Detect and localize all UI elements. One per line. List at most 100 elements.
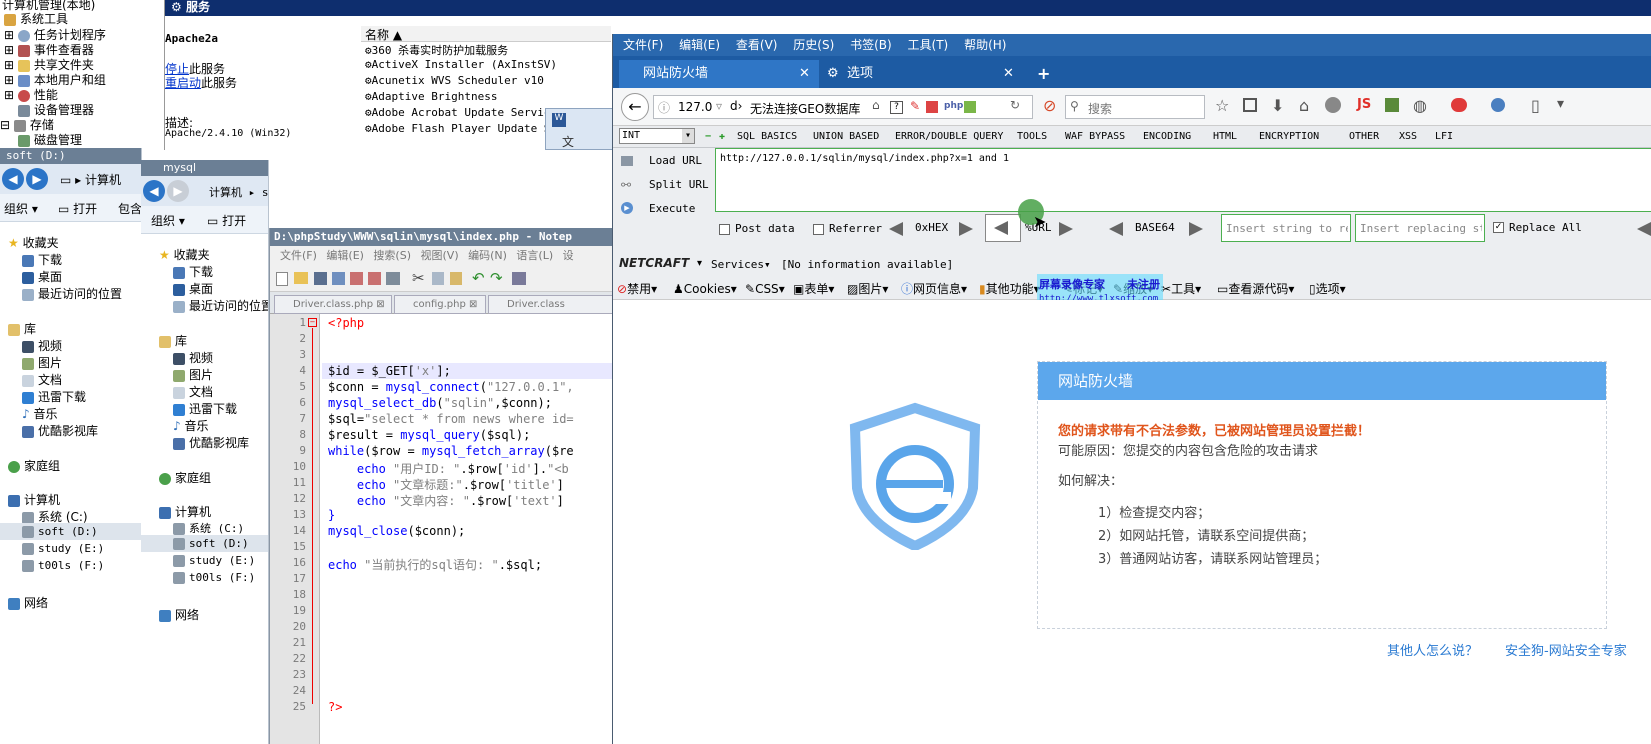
palette-icon[interactable]: ◍ bbox=[1413, 96, 1427, 115]
open-button[interactable]: ▭ 打开 bbox=[207, 212, 246, 229]
chevron-down-icon[interactable]: ▾ bbox=[697, 258, 702, 269]
dropdown-icon[interactable]: ▿ bbox=[716, 99, 722, 113]
menu-help[interactable]: 帮助(H) bbox=[964, 38, 1006, 52]
find-icon[interactable] bbox=[512, 272, 526, 285]
menu-file[interactable]: 文件(F) bbox=[623, 38, 663, 52]
wd-css[interactable]: ✎CSS▾ bbox=[745, 278, 785, 300]
service-row[interactable]: ⚙Adobe Acrobat Update Service bbox=[365, 106, 557, 119]
nav-item[interactable]: ♪ 音乐 bbox=[173, 417, 209, 434]
wd-misc[interactable]: ▮其他功能▾ bbox=[979, 278, 1040, 300]
fold-icon[interactable]: − bbox=[308, 318, 317, 327]
restart-link[interactable]: 重启动 bbox=[165, 76, 201, 90]
homegroup[interactable]: 家庭组 bbox=[8, 457, 60, 474]
post-data-checkbox[interactable] bbox=[719, 224, 730, 235]
home-button-icon[interactable]: ⌂ bbox=[1299, 96, 1309, 115]
menu-icon[interactable]: ▾ bbox=[1557, 96, 1564, 112]
search-input[interactable]: ⚲ 搜索 bbox=[1065, 95, 1205, 119]
block-icon[interactable]: ⊘ bbox=[1043, 96, 1056, 115]
wd-images[interactable]: ▨图片▾ bbox=[847, 278, 888, 300]
menu-sql-basics[interactable]: SQL BASICS bbox=[737, 126, 797, 148]
back-icon[interactable]: ◀ bbox=[2, 168, 24, 190]
libraries[interactable]: 库 bbox=[8, 320, 36, 337]
paste-icon[interactable] bbox=[450, 272, 462, 285]
address-bar[interactable]: 计算机 ▸ soft (D:) ▸ phpStudy ▸ WWW ▸ sqlin… bbox=[209, 184, 268, 200]
tree-item[interactable]: 系统工具 bbox=[4, 10, 68, 27]
nav-item[interactable]: 优酷影视库 bbox=[173, 434, 249, 451]
load-url-button[interactable]: Load URL bbox=[649, 154, 702, 167]
wd-disable[interactable]: ⊘禁用▾ bbox=[617, 278, 657, 300]
forward-icon[interactable]: ▶ bbox=[26, 168, 48, 190]
drive-item[interactable]: study (E:) bbox=[22, 542, 104, 555]
referrer-checkbox[interactable] bbox=[813, 224, 824, 235]
js-icon[interactable]: JS bbox=[1357, 97, 1371, 112]
replace-all-checkbox[interactable]: ✓ bbox=[1493, 222, 1504, 233]
tab-waf[interactable]: 网站防火墙 ✕ bbox=[619, 60, 819, 88]
ext-icon[interactable] bbox=[926, 101, 938, 113]
mobile-icon[interactable]: ▯ bbox=[1531, 96, 1540, 115]
nav-item[interactable]: 优酷影视库 bbox=[22, 422, 98, 439]
close-icon[interactable]: ⊠ bbox=[469, 299, 477, 310]
hex-decode-arrow[interactable] bbox=[959, 222, 973, 239]
url-bar[interactable]: ⓘ 127.0 ▿ d› 无法连接GEO数据库 ⌂ ? ✎ php ↻ bbox=[653, 95, 1033, 119]
menu-edit[interactable]: 编辑(E) bbox=[679, 38, 720, 52]
tab-config[interactable]: config.php ⊠ bbox=[394, 295, 486, 314]
new-file-icon[interactable] bbox=[276, 272, 288, 286]
execute-button[interactable]: Execute bbox=[649, 202, 695, 215]
redo-icon[interactable]: ↷ bbox=[490, 269, 503, 287]
url-decode-arrow[interactable] bbox=[1059, 222, 1073, 239]
home-icon[interactable]: ⌂ bbox=[872, 98, 880, 112]
drive-item[interactable]: 系统 (C:) bbox=[173, 520, 244, 536]
back-icon[interactable]: ◀ bbox=[143, 180, 165, 202]
wd-info[interactable]: ⓘ网页信息▾ bbox=[901, 278, 967, 300]
wd-cookies[interactable]: ♟Cookies▾ bbox=[673, 278, 737, 300]
save-all-icon[interactable] bbox=[332, 272, 345, 285]
network[interactable]: 网络 bbox=[8, 594, 48, 611]
plus-icon[interactable]: ✚ bbox=[719, 126, 725, 148]
download-icon[interactable]: ⬇ bbox=[1271, 96, 1284, 115]
service-row[interactable]: ⚙ActiveX Installer (AxInstSV) bbox=[365, 58, 557, 71]
tree-item[interactable]: 磁盘管理 bbox=[18, 131, 82, 148]
ext-blue-icon[interactable] bbox=[1491, 98, 1505, 112]
services-menu[interactable]: Services▾ bbox=[711, 258, 771, 271]
url-encode-arrow[interactable] bbox=[985, 214, 1021, 242]
menu-error-double-query[interactable]: ERROR/DOUBLE QUERY bbox=[895, 126, 1003, 148]
new-tab-button[interactable]: + bbox=[1029, 60, 1059, 88]
url-textarea[interactable]: http://127.0.0.1/sqlin/mysql/index.php?x… bbox=[715, 148, 1651, 212]
open-folder-icon[interactable] bbox=[294, 272, 308, 284]
service-row[interactable]: ⚙Adaptive Brightness bbox=[365, 90, 497, 103]
menu-view[interactable]: 查看(V) bbox=[736, 38, 778, 52]
close-file-icon[interactable] bbox=[350, 272, 363, 285]
reload-icon[interactable]: ↻ bbox=[1010, 98, 1020, 112]
tab-driver-class[interactable]: Driver.class.php ⊠ bbox=[274, 295, 392, 314]
wd-options[interactable]: ▯选项▾ bbox=[1309, 278, 1346, 300]
image-toggle-icon[interactable] bbox=[1385, 98, 1399, 112]
base64-encode-arrow[interactable] bbox=[1109, 222, 1123, 239]
forward-icon[interactable]: ▶ bbox=[167, 180, 189, 202]
bookmark-star-icon[interactable]: ☆ bbox=[1215, 96, 1229, 115]
wd-tools[interactable]: ✂工具▾ bbox=[1161, 278, 1201, 300]
safedog-link[interactable]: 安全狗-网站安全专家 bbox=[1505, 640, 1627, 659]
split-url-button[interactable]: Split URL bbox=[649, 178, 709, 191]
save-icon[interactable] bbox=[314, 272, 327, 285]
replace-arrow[interactable] bbox=[1637, 222, 1651, 239]
menu-html[interactable]: HTML bbox=[1213, 126, 1237, 148]
close-icon[interactable]: ✕ bbox=[1003, 60, 1014, 88]
computer[interactable]: 计算机 bbox=[159, 503, 211, 520]
close-icon[interactable]: ⊠ bbox=[376, 299, 384, 310]
network[interactable]: 网络 bbox=[159, 606, 199, 623]
drive-item[interactable]: t00ls (F:) bbox=[173, 571, 255, 584]
nav-item[interactable]: 下载 bbox=[173, 263, 213, 280]
computer[interactable]: 计算机 bbox=[8, 491, 60, 508]
nav-item[interactable]: 迅雷下载 bbox=[173, 400, 237, 417]
nav-item[interactable]: 图片 bbox=[173, 366, 213, 383]
wd-view-source[interactable]: ▭查看源代码▾ bbox=[1217, 278, 1294, 300]
nav-item[interactable]: ♪ 音乐 bbox=[22, 405, 58, 422]
menu-encoding[interactable]: ENCODING bbox=[1143, 126, 1191, 148]
help-icon[interactable]: ? bbox=[890, 101, 903, 114]
organize-button[interactable]: 组织 ▾ bbox=[4, 200, 38, 217]
favorites[interactable]: ★ 收藏夹 bbox=[8, 234, 59, 251]
address-bar[interactable]: ▭ ▸ 计算机 bbox=[60, 171, 121, 188]
undo-icon[interactable]: ↶ bbox=[472, 269, 485, 287]
pen-icon[interactable]: ✎ bbox=[910, 99, 920, 113]
homegroup[interactable]: 家庭组 bbox=[159, 469, 211, 486]
